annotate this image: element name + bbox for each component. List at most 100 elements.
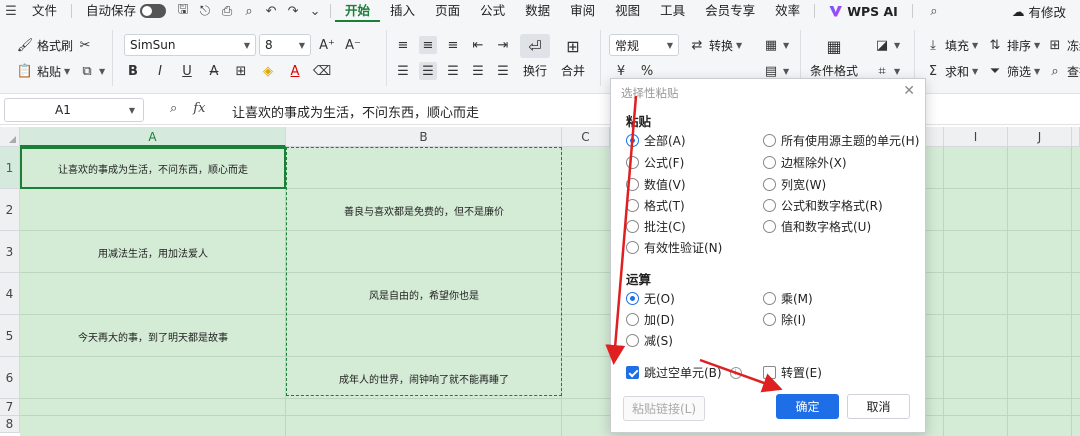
row-header-7[interactable]: 7 <box>0 399 20 416</box>
align-center-icon[interactable]: ☰ <box>419 62 437 80</box>
print-icon[interactable]: ⎙ <box>216 0 238 22</box>
ok-button[interactable]: 确定 <box>776 394 839 419</box>
transpose-checkbox[interactable]: 转置(E) <box>763 364 822 381</box>
paste-option-all[interactable]: 全部(A) <box>626 132 686 149</box>
name-box[interactable]: A1 ▼ <box>4 98 144 122</box>
fill-color-icon[interactable]: ◈ <box>259 62 277 80</box>
row-header-6[interactable]: 6 <box>0 357 20 399</box>
cell-b6[interactable]: 成年人的世界，闹钟响了就不能再睡了 <box>286 357 562 399</box>
fx-icon[interactable]: fx <box>193 101 205 116</box>
edit-status-button[interactable]: ☁ 有修改 <box>1004 2 1074 20</box>
autosave-toggle[interactable] <box>140 4 167 18</box>
distributed-icon[interactable]: ☰ <box>494 62 512 80</box>
font-color-icon[interactable]: A <box>286 62 304 80</box>
tab-data[interactable]: 数据 <box>515 0 560 22</box>
paste-option-validation[interactable]: 有效性验证(N) <box>626 239 722 256</box>
eraser-icon[interactable]: ⌫ <box>313 62 331 80</box>
operation-subtract[interactable]: 减(S) <box>626 332 673 349</box>
tab-home[interactable]: 开始 <box>335 0 381 22</box>
indent-icon[interactable]: ⇥ <box>494 36 512 54</box>
paste-option-value-number-formats[interactable]: 值和数字格式(U) <box>763 218 871 235</box>
menu-file[interactable]: 文件 <box>22 0 67 22</box>
paste-option-column-widths[interactable]: 列宽(W) <box>763 176 826 193</box>
share-icon[interactable]: ⎋ <box>194 0 216 22</box>
row-header-2[interactable]: 2 <box>0 189 20 231</box>
cell-a1[interactable]: 让喜欢的事成为生活，不问东西，顺心而走 <box>20 147 286 189</box>
format-painter-button[interactable]: 🖌 格式刷 <box>16 36 73 54</box>
conditional-format-button[interactable]: ▦ 条件格式 <box>810 34 858 79</box>
align-bottom-icon[interactable]: ≡ <box>444 36 462 54</box>
cell-b4[interactable]: 风是自由的，希望你也是 <box>286 273 562 315</box>
row-header-3[interactable]: 3 <box>0 231 20 273</box>
cell-b2[interactable]: 善良与喜欢都是免费的，但不是廉价 <box>286 189 562 231</box>
column-header-j[interactable]: J <box>1008 127 1072 147</box>
cell-fill-button[interactable]: ◪ ▼ <box>873 36 900 54</box>
underline-icon[interactable]: U <box>178 62 196 80</box>
font-size-select[interactable]: 8 ▼ <box>259 34 311 56</box>
redo-icon[interactable]: ↷ <box>282 0 304 22</box>
sum-button[interactable]: Σ 求和 ▼ <box>924 62 978 80</box>
merge-button[interactable]: ⊞ 合并 <box>561 34 585 79</box>
table-style-button[interactable]: ▦ ▼ <box>762 36 789 54</box>
tab-review[interactable]: 审阅 <box>560 0 605 22</box>
operation-divide[interactable]: 除(I) <box>763 311 806 328</box>
number-format-select[interactable]: 常规 ▼ <box>609 34 679 56</box>
align-right-icon[interactable]: ☰ <box>444 62 462 80</box>
justify-icon[interactable]: ☰ <box>469 62 487 80</box>
operation-none[interactable]: 无(O) <box>626 290 675 307</box>
strikethrough-icon[interactable]: A <box>205 62 223 80</box>
row-header-5[interactable]: 5 <box>0 315 20 357</box>
paste-option-comments[interactable]: 批注(C) <box>626 218 686 235</box>
tab-view[interactable]: 视图 <box>605 0 650 22</box>
column-header-a[interactable]: A <box>20 127 286 147</box>
fill-button[interactable]: ⤓ 填充 ▼ <box>924 36 978 54</box>
zoom-icon[interactable]: ⌕ <box>170 101 177 116</box>
formula-input[interactable]: 让喜欢的事成为生活，不问东西，顺心而走 <box>232 102 479 121</box>
bold-icon[interactable]: B <box>124 62 142 80</box>
copy-button[interactable]: ⧉ ▼ <box>78 62 105 80</box>
sort-button[interactable]: ⇅ 排序 ▼ <box>986 36 1041 54</box>
wrap-button[interactable]: ⏎ 换行 <box>520 34 550 79</box>
italic-icon[interactable]: I <box>151 62 169 80</box>
save-icon[interactable]: 🖫 <box>172 0 194 22</box>
info-icon[interactable]: i <box>729 366 742 379</box>
find-button[interactable]: ⌕ 查找 <box>1046 62 1080 80</box>
skip-blanks-checkbox[interactable]: 跳过空单元(B) i <box>626 364 742 381</box>
row-header-8[interactable]: 8 <box>0 416 20 433</box>
operation-multiply[interactable]: 乘(M) <box>763 290 813 307</box>
convert-button[interactable]: ⇄ 转换 ▼ <box>688 36 743 54</box>
outdent-icon[interactable]: ⇤ <box>469 36 487 54</box>
print-preview-icon[interactable]: ⌕ <box>238 0 260 22</box>
tab-insert[interactable]: 插入 <box>380 0 425 22</box>
cell-a5[interactable]: 今天再大的事，到了明天都是故事 <box>20 315 286 357</box>
paste-option-source-theme[interactable]: 所有使用源主题的单元(H) <box>763 132 919 149</box>
paste-option-values[interactable]: 数值(V) <box>626 176 686 193</box>
freeze-button[interactable]: ⊞ 冻结 <box>1046 36 1080 54</box>
column-header-h[interactable] <box>926 127 944 147</box>
align-left-icon[interactable]: ☰ <box>394 62 412 80</box>
menu-icon[interactable]: ☰ <box>0 0 22 22</box>
cancel-button[interactable]: 取消 <box>847 394 910 419</box>
row-header-4[interactable]: 4 <box>0 273 20 315</box>
operation-add[interactable]: 加(D) <box>626 311 675 328</box>
paste-option-formats[interactable]: 格式(T) <box>626 197 685 214</box>
border-icon[interactable]: ⊞ <box>232 62 250 80</box>
row-header-1[interactable]: 1 <box>0 147 20 189</box>
close-icon[interactable]: ✕ <box>903 83 915 99</box>
column-header-i[interactable]: I <box>944 127 1008 147</box>
align-middle-icon[interactable]: ≡ <box>419 36 437 54</box>
select-all-corner[interactable] <box>0 127 20 147</box>
column-header-b[interactable]: B <box>286 127 562 147</box>
wps-ai-button[interactable]: WPS AI <box>819 4 908 19</box>
tab-efficiency[interactable]: 效率 <box>765 0 810 22</box>
filter-button[interactable]: ⏷ 筛选 ▼ <box>986 62 1040 80</box>
search-icon[interactable]: ⌕ <box>923 0 945 22</box>
align-top-icon[interactable]: ≡ <box>394 36 412 54</box>
column-header-c[interactable]: C <box>562 127 610 147</box>
paste-option-no-borders[interactable]: 边框除外(X) <box>763 154 847 171</box>
tab-page[interactable]: 页面 <box>425 0 470 22</box>
paste-link-button[interactable]: 粘贴链接(L) <box>623 396 705 421</box>
cell-a3[interactable]: 用减法生活，用加法爱人 <box>20 231 286 273</box>
increase-font-button[interactable]: A⁺ <box>318 36 336 54</box>
tab-formula[interactable]: 公式 <box>470 0 515 22</box>
